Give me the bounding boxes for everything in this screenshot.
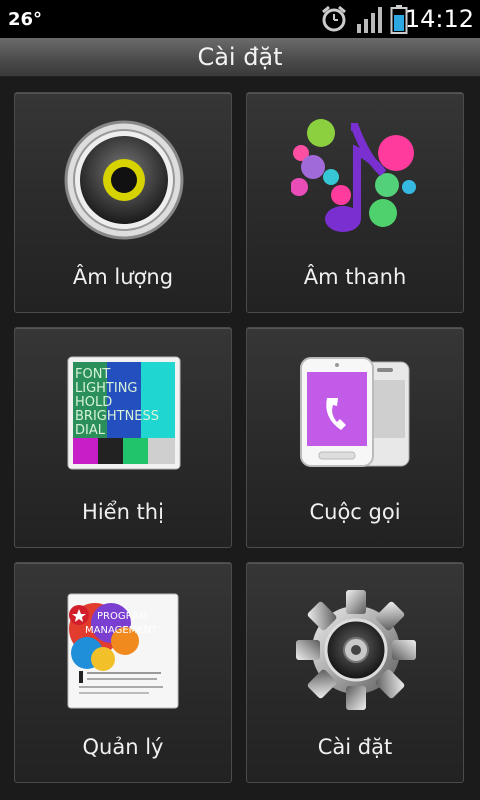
tile-volume[interactable]: Âm lượng — [14, 92, 232, 313]
manage-icon-text-1: PROGRAM — [97, 611, 148, 622]
tile-label: Âm lượng — [72, 265, 174, 289]
status-bar: 26° 14:12 — [0, 0, 480, 38]
tile-display[interactable]: FONT LIGHTING HOLD BRIGHTNESS DIAL Hiển … — [14, 327, 232, 548]
speaker-icon — [59, 115, 189, 245]
display-icon-text-4: BRIGHTNESS — [75, 409, 159, 424]
tile-settings[interactable]: Cài đặt — [246, 562, 464, 783]
display-icon-text-1: FONT — [75, 367, 110, 382]
tile-label: Hiển thị — [82, 500, 164, 524]
program-management-icon: PROGRAM MANAGEMENT — [67, 593, 179, 709]
display-icon-text-2: LIGHTING — [75, 381, 138, 396]
tile-label: Cài đặt — [317, 735, 393, 759]
gear-icon — [291, 585, 421, 715]
phone-icon — [297, 354, 417, 474]
alarm-clock-icon — [320, 4, 348, 38]
tile-label: Quản lý — [82, 735, 164, 759]
music-note-icon — [290, 115, 421, 245]
clock-text: 14:12 — [404, 5, 474, 33]
display-icon-text-5: DIAL — [75, 423, 106, 438]
display-icon-text-3: HOLD — [75, 395, 112, 410]
tile-label: Âm thanh — [303, 265, 407, 289]
temperature-text: 26° — [8, 9, 43, 30]
tile-label: Cuộc gọi — [309, 500, 401, 524]
signal-bars-icon — [356, 4, 384, 38]
display-icon: FONT LIGHTING HOLD BRIGHTNESS DIAL — [67, 356, 181, 470]
settings-grid: Âm lượng Âm thanh FONT LIGHTING HOLD BRI… — [14, 92, 466, 786]
manage-icon-text-2: MANAGEMENT — [85, 625, 158, 636]
tile-manage[interactable]: PROGRAM MANAGEMENT Quản lý — [14, 562, 232, 783]
tile-sound[interactable]: Âm thanh — [246, 92, 464, 313]
page-title: Cài đặt — [0, 38, 480, 77]
tile-calls[interactable]: Cuộc gọi — [246, 327, 464, 548]
